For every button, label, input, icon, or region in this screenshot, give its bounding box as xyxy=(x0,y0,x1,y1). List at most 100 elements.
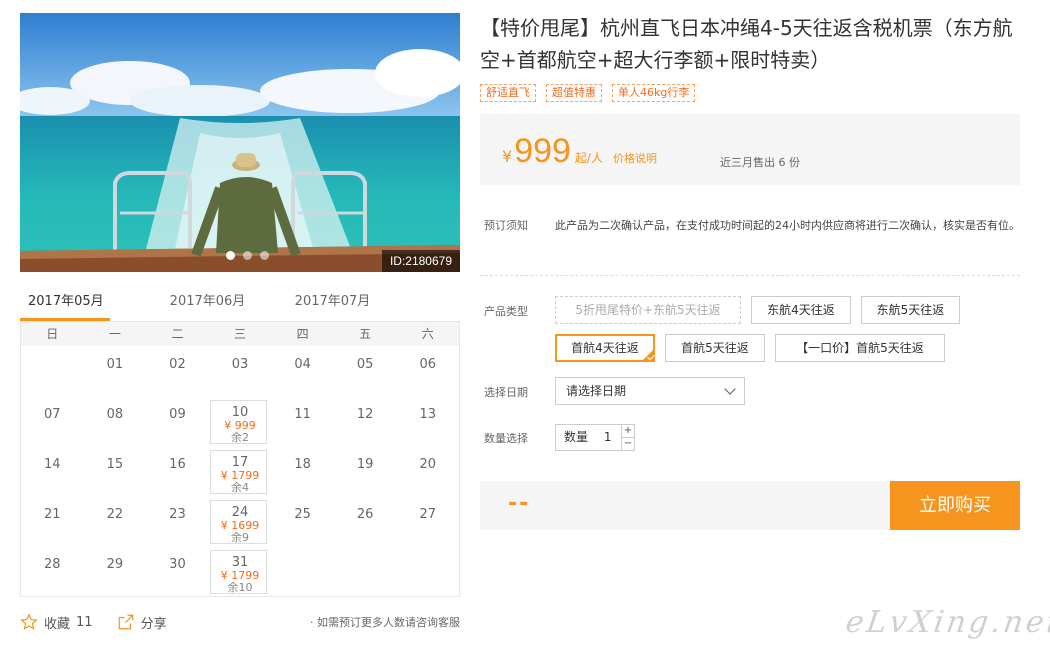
carousel-dots xyxy=(226,251,269,260)
day-number: 04 xyxy=(294,357,311,372)
weekday-label: 五 xyxy=(359,327,372,341)
calendar-day: 15 xyxy=(84,446,147,496)
calendar-day xyxy=(334,546,397,596)
type-option[interactable]: 【一口价】首航5天往返 xyxy=(775,334,945,362)
day-remaining: 余9 xyxy=(231,531,250,544)
calendar-day: 07 xyxy=(21,396,84,446)
option-label: 东航5天往返 xyxy=(876,303,945,317)
image-id-badge: ID:2180679 xyxy=(381,250,460,272)
day-number: 18 xyxy=(294,457,311,472)
qty-value[interactable]: 1 xyxy=(604,430,612,444)
price-calendar: 日 一 二 三 四 五 六 01 02 03 04 05 06 07 08 09 10 ¥ 999 余2 11 12 1… xyxy=(20,322,460,597)
calendar-week: 28 29 30 31 ¥ 1799 余10 xyxy=(21,546,459,596)
calendar-day: 22 xyxy=(84,496,147,546)
calendar-day: 03 xyxy=(209,346,272,396)
month-tab[interactable]: 2017年07月 xyxy=(270,288,395,321)
calendar-day-available[interactable]: 10 ¥ 999 余2 xyxy=(209,396,272,446)
calendar-day: 14 xyxy=(21,446,84,496)
sold-count: 近三月售出 6 份 xyxy=(720,156,800,169)
type-option[interactable]: 首航5天往返 xyxy=(665,334,765,362)
carousel-dot[interactable] xyxy=(226,251,235,260)
star-icon xyxy=(20,613,38,630)
day-number: 15 xyxy=(106,457,124,472)
product-title: 【特价甩尾】杭州直飞日本冲绳4-5天往返含税机票（东方航空+首都航空+超大行李额… xyxy=(480,16,1013,72)
date-select[interactable]: 请选择日期 xyxy=(555,377,745,405)
weekday-label: 一 xyxy=(108,327,121,341)
price: ¥ 999 起/人 价格说明 xyxy=(502,132,657,171)
increment-button[interactable]: + xyxy=(622,425,634,438)
day-number: 28 xyxy=(44,557,61,572)
calendar-day: 01 xyxy=(84,346,147,396)
calendar-day: 20 xyxy=(396,446,459,496)
favorite-label: 收藏 xyxy=(44,616,71,632)
weekday-label: 四 xyxy=(296,327,309,341)
qty-prefix: 数量 xyxy=(564,430,589,444)
total-price: -- xyxy=(508,491,531,516)
buy-bar: -- 立即购买 xyxy=(480,481,1020,530)
product-tags: 舒适直飞 超值特惠 单人46kg行李 xyxy=(480,84,696,102)
calendar-day-available[interactable]: 31 ¥ 1799 余10 xyxy=(209,546,272,596)
calendar-day: 26 xyxy=(334,496,397,546)
product-tag: 超值特惠 xyxy=(546,84,602,102)
calendar-day: 29 xyxy=(84,546,147,596)
day-number: 13 xyxy=(419,407,437,422)
type-option[interactable]: 东航4天往返 xyxy=(751,296,851,324)
bottom-actions: 收藏 11 分享 · 如需预订更多人数请咨询客服 xyxy=(20,610,460,634)
calendar-week: 01 02 03 04 05 06 xyxy=(21,346,459,396)
calendar-day: 13 xyxy=(396,396,459,446)
share-label: 分享 xyxy=(140,616,167,632)
quantity-stepper: 数量 1 + − xyxy=(555,424,635,451)
calendar-day: 16 xyxy=(146,446,209,496)
decrement-button[interactable]: − xyxy=(622,438,634,451)
type-option[interactable]: 东航5天往返 xyxy=(861,296,960,324)
product-tag: 舒适直飞 xyxy=(480,84,536,102)
day-number: 17 xyxy=(231,455,249,470)
price-amount: 999 xyxy=(514,132,571,170)
option-label: 首航5天往返 xyxy=(681,341,749,355)
calendar-day-available[interactable]: 24 ¥ 1699 余9 xyxy=(209,496,272,546)
calendar-day: 21 xyxy=(21,496,84,546)
calendar-day: 11 xyxy=(271,396,334,446)
date-placeholder: 请选择日期 xyxy=(566,384,627,398)
calendar-day: 30 xyxy=(146,546,209,596)
day-number: 20 xyxy=(419,457,437,472)
calendar-day xyxy=(21,346,84,396)
day-number: 03 xyxy=(231,357,249,372)
type-option[interactable]: 5折甩尾特价+东航5天往返 xyxy=(555,296,741,324)
day-number: 07 xyxy=(44,407,61,422)
day-number: 30 xyxy=(169,557,186,572)
day-number: 25 xyxy=(294,507,311,522)
buy-now-button[interactable]: 立即购买 xyxy=(890,481,1020,530)
hero-image[interactable]: ID:2180679 xyxy=(20,13,460,272)
carousel-dot[interactable] xyxy=(243,251,252,260)
day-number: 27 xyxy=(419,507,437,522)
watermark: eLvXing.net xyxy=(843,605,1050,640)
option-label: 5折甩尾特价+东航5天往返 xyxy=(575,303,721,317)
day-number: 14 xyxy=(44,457,61,472)
month-tab[interactable]: 2017年05月 xyxy=(20,288,110,321)
chevron-down-icon xyxy=(724,383,736,395)
day-number: 06 xyxy=(419,357,437,372)
calendar-day: 18 xyxy=(271,446,334,496)
calendar-week: 21 22 23 24 ¥ 1699 余9 25 26 27 xyxy=(21,496,459,546)
divider xyxy=(480,275,1020,276)
type-option-selected[interactable]: 首航4天往返 xyxy=(555,334,655,362)
price-explain-link[interactable]: 价格说明 xyxy=(613,150,657,166)
calendar-day-available[interactable]: 17 ¥ 1799 余4 xyxy=(209,446,272,496)
option-label: 东航4天往返 xyxy=(767,303,835,317)
day-number: 16 xyxy=(169,457,186,472)
day-number: 31 xyxy=(231,555,249,570)
stepper-buttons: + − xyxy=(621,424,635,451)
notice-text: 此产品为二次确认产品，在支付成功时间起的24小时内供应商将进行二次确认，核实是否… xyxy=(555,219,1020,232)
qty-label: 数量选择 xyxy=(484,432,528,445)
price-currency: ¥ xyxy=(502,147,513,166)
share-button[interactable]: 分享 xyxy=(117,613,167,632)
favorite-count: 11 xyxy=(76,614,93,630)
favorite-button[interactable]: 收藏 11 xyxy=(20,613,93,632)
month-tab[interactable]: 2017年06月 xyxy=(145,288,270,321)
check-icon xyxy=(642,349,654,361)
carousel-dot[interactable] xyxy=(260,251,269,260)
share-icon xyxy=(118,614,133,630)
day-number: 23 xyxy=(169,507,186,522)
day-number: 09 xyxy=(169,407,186,422)
